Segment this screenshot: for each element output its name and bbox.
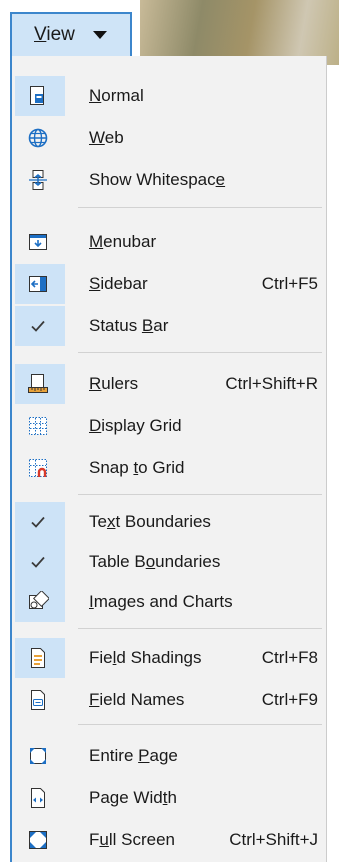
menu-item-label: Display Grid (89, 416, 182, 435)
dropdown-arrow-icon (92, 31, 107, 39)
menu-item-shortcut: Ctrl+Shift+J (229, 830, 318, 849)
menu-item-label: Page Width (89, 788, 177, 807)
view-menu-label: View (34, 24, 75, 45)
menubar-icon (27, 231, 49, 253)
entire-page-icon (27, 745, 49, 767)
menu-item-sidebar[interactable]: Sidebar Ctrl+F5 (12, 264, 327, 304)
page-width-icon (27, 787, 49, 809)
field-shadings-icon (27, 647, 49, 669)
menu-item-label: Entire Page (89, 746, 178, 765)
menu-item-shortcut: Ctrl+F9 (261, 690, 318, 709)
menu-item-shortcut: Ctrl+F5 (261, 274, 318, 293)
menu-item-images-and-charts[interactable]: Images and Charts (12, 582, 327, 622)
menu-item-status-bar[interactable]: Status Bar (12, 306, 327, 346)
normal-view-icon (27, 85, 49, 107)
menu-item-entire-page[interactable]: Entire Page (12, 736, 327, 776)
menu-item-label: Sidebar (89, 274, 148, 293)
menu-item-label: Menubar (89, 232, 157, 251)
images-charts-icon (27, 591, 49, 613)
grid-icon (27, 415, 49, 437)
menu-separator (78, 724, 322, 725)
menu-item-normal[interactable]: Normal (12, 76, 327, 116)
menu-item-label: Images and Charts (89, 592, 233, 611)
field-names-icon (27, 689, 49, 711)
menu-separator (78, 494, 322, 495)
menu-item-web[interactable]: Web (12, 118, 327, 158)
sidebar-icon (27, 273, 49, 295)
check-icon (27, 551, 49, 573)
menu-separator (78, 207, 322, 208)
menu-item-display-grid[interactable]: Display Grid (12, 406, 327, 446)
menu-item-text-boundaries[interactable]: Text Boundaries (12, 502, 327, 542)
menu-item-menubar[interactable]: Menubar (12, 222, 327, 262)
menu-item-shortcut: Ctrl+F8 (261, 648, 318, 667)
view-menu-button[interactable]: View (10, 12, 132, 56)
menu-item-table-boundaries[interactable]: Table Boundaries (12, 542, 327, 582)
menu-separator (78, 352, 322, 353)
view-menu-dropdown: Normal Web Show Whitespace Menubar Sideb… (10, 56, 327, 862)
menu-item-full-screen[interactable]: Full Screen Ctrl+Shift+J (12, 820, 327, 860)
check-icon (27, 315, 49, 337)
menu-item-label: Field Names (89, 690, 185, 709)
menu-item-show-whitespace[interactable]: Show Whitespace (12, 160, 327, 200)
show-whitespace-icon (27, 169, 49, 191)
menu-item-shortcut: Ctrl+Shift+R (225, 374, 318, 393)
menu-item-snap-to-grid[interactable]: Snap to Grid (12, 448, 327, 488)
menu-item-label: Full Screen (89, 830, 175, 849)
menu-item-field-shadings[interactable]: Field Shadings Ctrl+F8 (12, 638, 327, 678)
snap-grid-icon (27, 457, 49, 479)
menu-item-label: Status Bar (89, 316, 169, 335)
menu-item-label: Snap to Grid (89, 458, 185, 477)
ruler-icon (27, 373, 49, 395)
globe-icon (27, 127, 49, 149)
menu-separator (78, 628, 322, 629)
menu-item-label: Rulers (89, 374, 139, 393)
menu-item-label: Normal (89, 86, 144, 105)
menu-item-label: Text Boundaries (89, 512, 211, 531)
check-icon (27, 511, 49, 533)
menu-item-field-names[interactable]: Field Names Ctrl+F9 (12, 680, 327, 720)
menu-item-label: Show Whitespace (89, 170, 226, 189)
menu-item-page-width[interactable]: Page Width (12, 778, 327, 818)
full-screen-icon (27, 829, 49, 851)
menu-item-label: Field Shadings (89, 648, 202, 667)
menu-item-label: Table Boundaries (89, 552, 221, 571)
menu-item-rulers[interactable]: Rulers Ctrl+Shift+R (12, 364, 327, 404)
menu-item-label: Web (89, 128, 124, 147)
